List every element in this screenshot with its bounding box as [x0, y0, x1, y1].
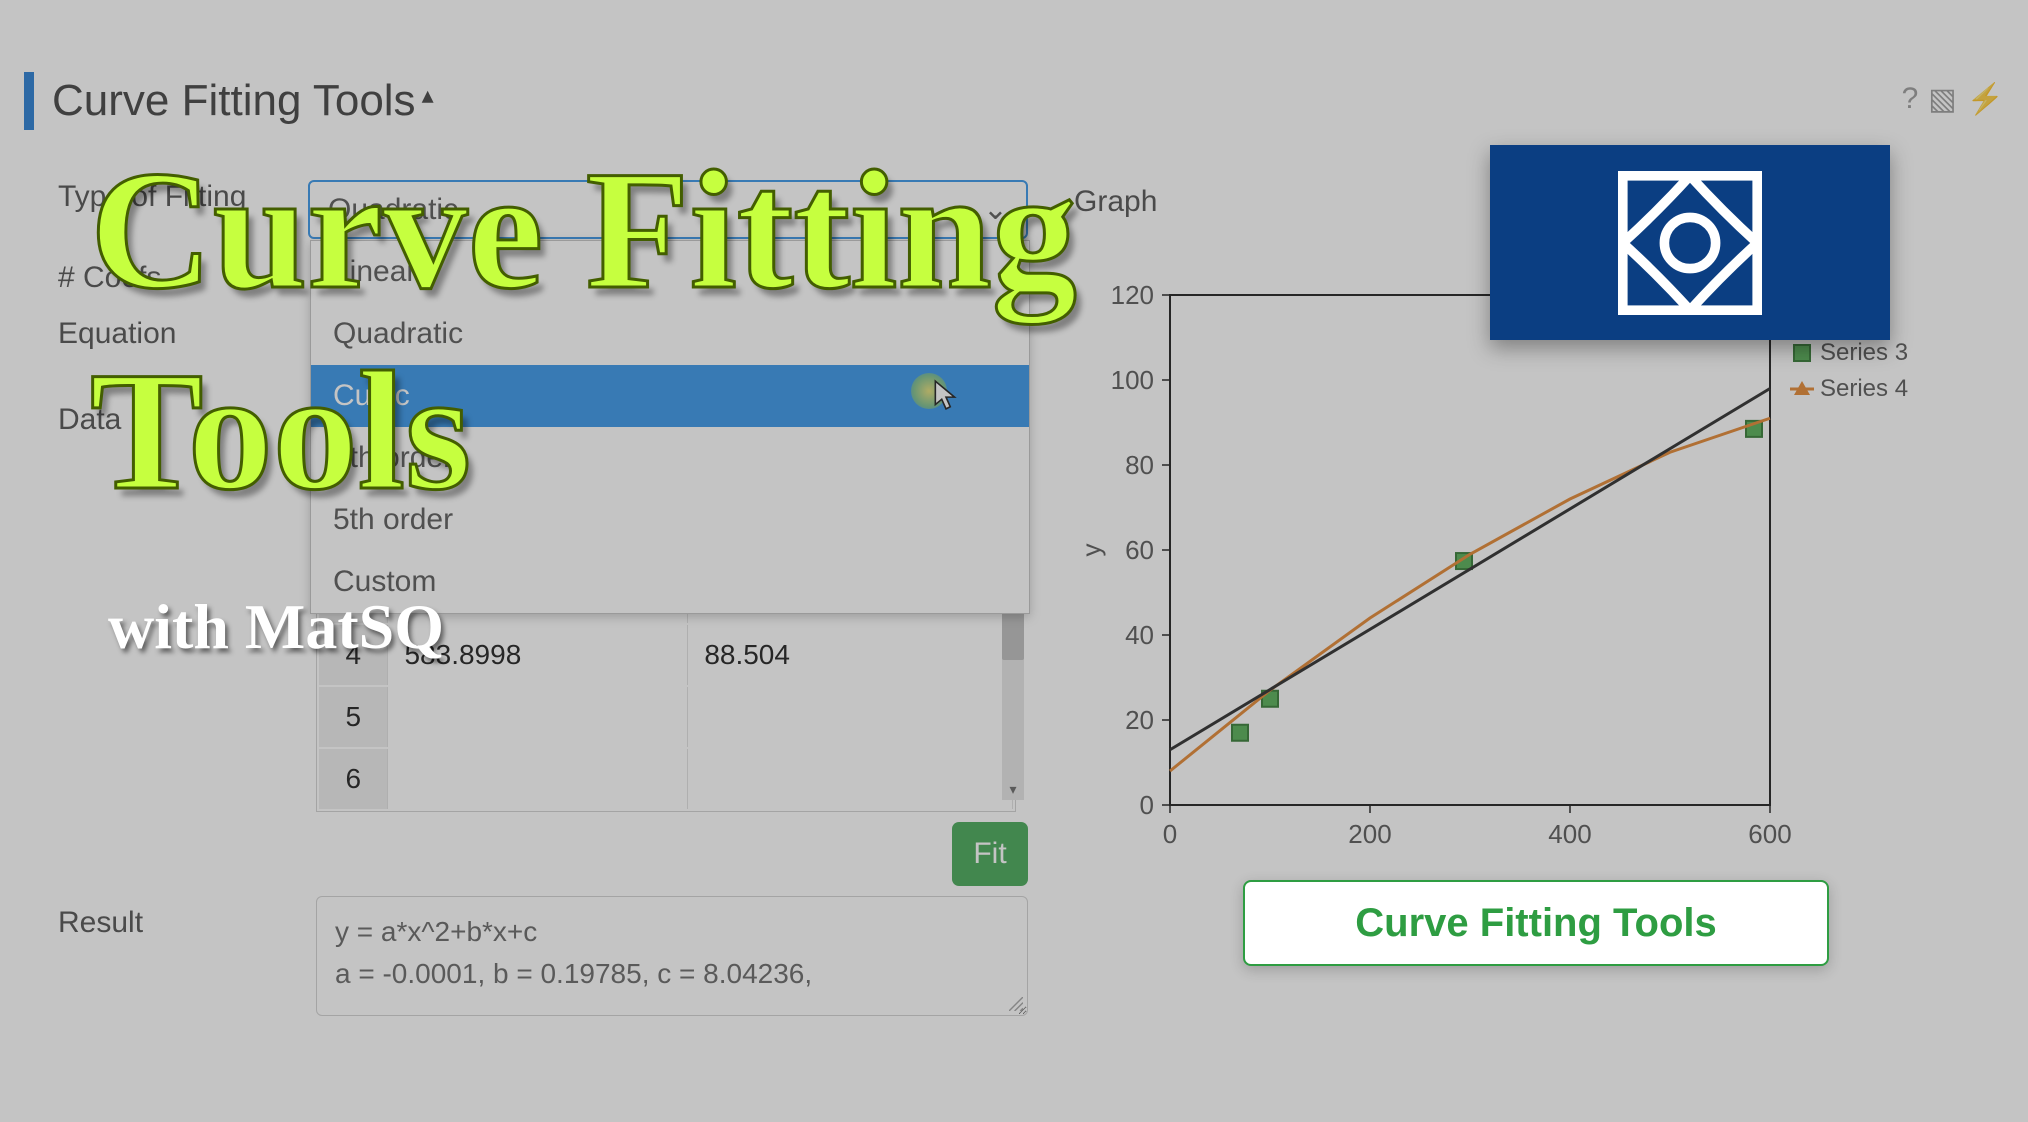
dropdown-item-5th[interactable]: 5th order — [311, 489, 1029, 551]
coefs-label: # Coefs. — [58, 261, 308, 295]
graph-label: Graph — [1074, 185, 1157, 219]
fit-button[interactable]: Fit — [952, 822, 1028, 886]
cell-x[interactable] — [390, 749, 688, 809]
svg-text:600: 600 — [1748, 819, 1791, 849]
dropdown-item-label: Cubic — [333, 379, 410, 412]
title-accent — [24, 72, 34, 130]
table-row: 6 — [319, 749, 1013, 809]
dropdown-item-quadratic[interactable]: Quadratic — [311, 303, 1029, 365]
cell-x[interactable]: 583.8998 — [390, 625, 688, 685]
result-coefficients: a = -0.0001, b = 0.19785, c = 8.04236, — [335, 953, 1009, 995]
select-current-value[interactable]: Quadratic ⌄ — [310, 182, 1026, 237]
chart-svg: 0 20 40 60 80 100 120 0 200 400 600 y Series 3 Series… — [1080, 285, 1980, 875]
resize-handle-icon[interactable] — [1009, 997, 1023, 1011]
chart-icon[interactable]: ▧ — [1928, 82, 1956, 117]
row-number: 6 — [319, 749, 388, 809]
dropdown-list: Linear Quadratic Cubic 4th order 5th ord… — [310, 240, 1030, 614]
svg-text:0: 0 — [1163, 819, 1177, 849]
logo-badge — [1490, 145, 1890, 340]
svg-text:Series 3: Series 3 — [1820, 339, 1908, 366]
cell-y[interactable] — [690, 749, 1013, 809]
scrollbar-down-icon[interactable]: ▾ — [1002, 778, 1024, 800]
svg-text:0: 0 — [1140, 790, 1154, 820]
toolbar-icons: ? ▧ ⚡ — [1902, 82, 2004, 117]
row-number: 4 — [319, 625, 388, 685]
row-number: 5 — [319, 687, 388, 747]
help-icon[interactable]: ? — [1902, 82, 1919, 117]
title-bar: Curve Fitting Tools ▴ — [24, 72, 434, 130]
result-textarea[interactable]: y = a*x^2+b*x+c a = -0.0001, b = 0.19785… — [316, 896, 1028, 1016]
svg-text:200: 200 — [1348, 819, 1391, 849]
dropdown-item-4th[interactable]: 4th order — [311, 427, 1029, 489]
svg-text:80: 80 — [1125, 450, 1154, 480]
dropdown-item-cubic[interactable]: Cubic — [311, 365, 1029, 427]
svg-text:y: y — [1080, 544, 1106, 557]
equation-label: Equation — [58, 317, 308, 351]
svg-text:400: 400 — [1548, 819, 1591, 849]
table-row: 4 583.8998 88.504 — [319, 625, 1013, 685]
cta-button[interactable]: Curve Fitting Tools — [1243, 880, 1829, 966]
result-equation: y = a*x^2+b*x+c — [335, 911, 1009, 953]
svg-text:60: 60 — [1125, 535, 1154, 565]
table-row: 5 — [319, 687, 1013, 747]
collapse-caret-icon[interactable]: ▴ — [422, 81, 434, 110]
dropdown-item-custom[interactable]: Custom — [311, 551, 1029, 613]
svg-text:Series 4: Series 4 — [1820, 375, 1908, 402]
cell-x[interactable] — [390, 687, 688, 747]
svg-text:40: 40 — [1125, 620, 1154, 650]
svg-text:100: 100 — [1111, 365, 1154, 395]
plug-icon[interactable]: ⚡ — [1967, 82, 2004, 117]
cell-y[interactable]: 88.504 — [690, 625, 1013, 685]
chart: 0 20 40 60 80 100 120 0 200 400 600 y Series 3 Series… — [1080, 285, 1980, 875]
fitting-type-select[interactable]: Quadratic ⌄ Linear Quadratic Cubic 4th o… — [308, 180, 1028, 239]
dropdown-item-linear[interactable]: Linear — [311, 241, 1029, 303]
svg-text:120: 120 — [1111, 285, 1154, 310]
type-of-fitting-label: Type of Fitting — [58, 180, 308, 214]
chevron-down-icon: ⌄ — [983, 192, 1008, 227]
form-area: Type of Fitting Quadratic ⌄ Linear Quadr… — [58, 180, 1038, 373]
select-current-text: Quadratic — [328, 193, 458, 227]
svg-text:20: 20 — [1125, 705, 1154, 735]
matsq-logo-icon — [1610, 163, 1770, 323]
result-label: Result — [58, 906, 143, 940]
page-title: Curve Fitting Tools — [52, 76, 416, 126]
data-label: Data — [58, 403, 121, 437]
cell-y[interactable] — [690, 687, 1013, 747]
cursor-icon — [933, 379, 959, 411]
